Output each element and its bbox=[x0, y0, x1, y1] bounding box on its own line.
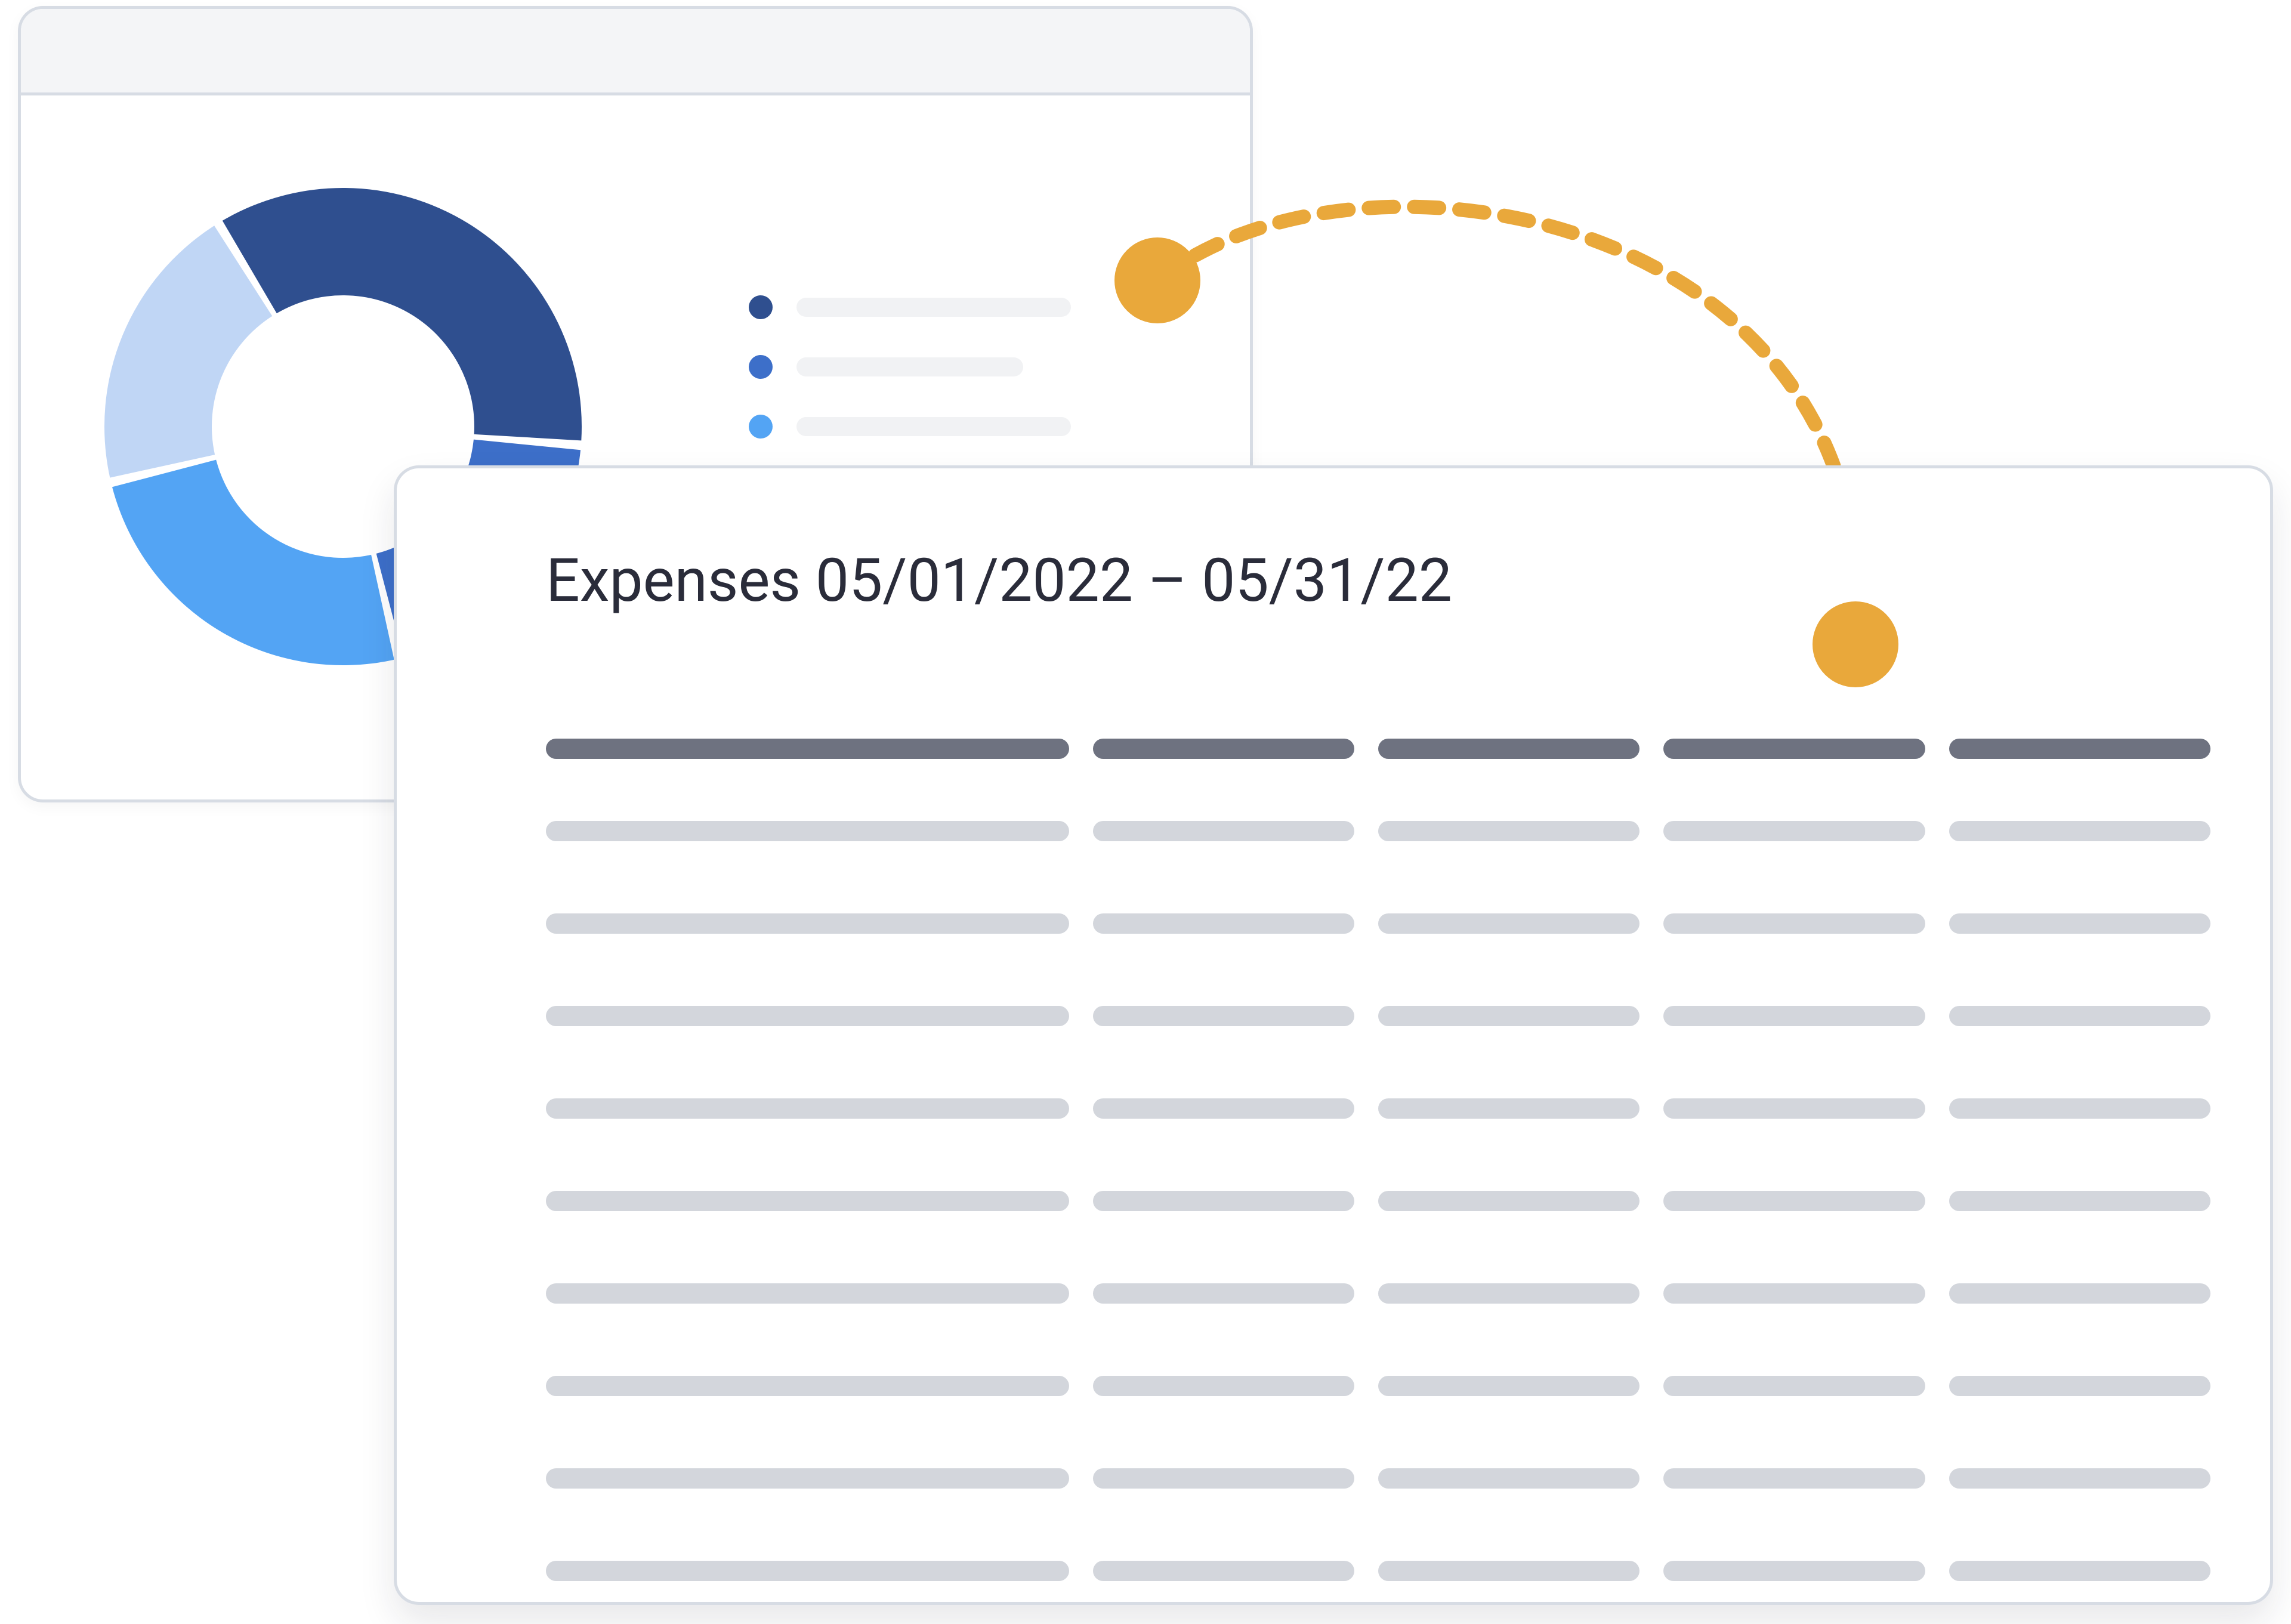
donut-slice bbox=[112, 460, 394, 665]
cell-placeholder bbox=[546, 1468, 1069, 1489]
sheet-window: Expenses 05/01/2022 – 05/31/22 bbox=[394, 465, 2273, 1605]
cell-placeholder bbox=[1378, 1468, 1639, 1489]
cell-placeholder bbox=[1378, 1561, 1639, 1581]
column-header-placeholder bbox=[1663, 739, 1925, 759]
cell-placeholder bbox=[1093, 1098, 1354, 1119]
donut-slice bbox=[104, 226, 272, 477]
cell-placeholder bbox=[1663, 1468, 1925, 1489]
cell-placeholder bbox=[1949, 1283, 2210, 1304]
cell-placeholder bbox=[546, 1283, 1069, 1304]
window-titlebar bbox=[21, 9, 1250, 95]
cell-placeholder bbox=[1949, 1561, 2210, 1581]
cell-placeholder bbox=[546, 1098, 1069, 1119]
cell-placeholder bbox=[1093, 1006, 1354, 1026]
cell-placeholder bbox=[1949, 913, 2210, 934]
donut-slice bbox=[223, 188, 582, 440]
cell-placeholder bbox=[546, 1376, 1069, 1396]
cell-placeholder bbox=[546, 1191, 1069, 1211]
legend-item bbox=[749, 295, 1166, 319]
cell-placeholder bbox=[1378, 913, 1639, 934]
cell-placeholder bbox=[1663, 1098, 1925, 1119]
cell-placeholder bbox=[1949, 1098, 2210, 1119]
legend-item bbox=[749, 355, 1166, 379]
legend-dot-icon bbox=[749, 415, 773, 439]
cell-placeholder bbox=[1093, 1283, 1354, 1304]
cell-placeholder bbox=[546, 821, 1069, 841]
column-header-placeholder bbox=[1378, 739, 1639, 759]
cell-placeholder bbox=[1663, 1561, 1925, 1581]
cell-placeholder bbox=[1093, 1561, 1354, 1581]
cell-placeholder bbox=[1378, 1098, 1639, 1119]
legend-dot-icon bbox=[749, 355, 773, 379]
cell-placeholder bbox=[1093, 1376, 1354, 1396]
cell-placeholder bbox=[1663, 1006, 1925, 1026]
cell-placeholder bbox=[1378, 821, 1639, 841]
column-header-placeholder bbox=[1093, 739, 1354, 759]
cell-placeholder bbox=[1949, 1468, 2210, 1489]
column-header-placeholder bbox=[1949, 739, 2210, 759]
cell-placeholder bbox=[1663, 1376, 1925, 1396]
cell-placeholder bbox=[546, 1561, 1069, 1581]
legend-dot-icon bbox=[749, 295, 773, 319]
cell-placeholder bbox=[1949, 1376, 2210, 1396]
cell-placeholder bbox=[1949, 821, 2210, 841]
cell-placeholder bbox=[1093, 913, 1354, 934]
legend-label-placeholder bbox=[796, 417, 1071, 436]
legend-label-placeholder bbox=[796, 357, 1023, 376]
cell-placeholder bbox=[1378, 1191, 1639, 1211]
cell-placeholder bbox=[1663, 1283, 1925, 1304]
cell-placeholder bbox=[1949, 1006, 2210, 1026]
cell-placeholder bbox=[1663, 821, 1925, 841]
cell-placeholder bbox=[1949, 1191, 2210, 1211]
cell-placeholder bbox=[546, 1006, 1069, 1026]
cell-placeholder bbox=[1093, 821, 1354, 841]
cell-placeholder bbox=[1093, 1468, 1354, 1489]
cell-placeholder bbox=[1378, 1376, 1639, 1396]
legend-label-placeholder bbox=[796, 298, 1071, 317]
chart-legend bbox=[749, 295, 1166, 474]
cell-placeholder bbox=[1378, 1006, 1639, 1026]
cell-placeholder bbox=[1378, 1283, 1639, 1304]
sheet-grid bbox=[546, 713, 2234, 1554]
cell-placeholder bbox=[1093, 1191, 1354, 1211]
column-header-placeholder bbox=[546, 739, 1069, 759]
cell-placeholder bbox=[546, 913, 1069, 934]
cell-placeholder bbox=[1663, 913, 1925, 934]
legend-item bbox=[749, 415, 1166, 439]
sheet-title: Expenses 05/01/2022 – 05/31/22 bbox=[546, 546, 1452, 616]
cell-placeholder bbox=[1663, 1191, 1925, 1211]
